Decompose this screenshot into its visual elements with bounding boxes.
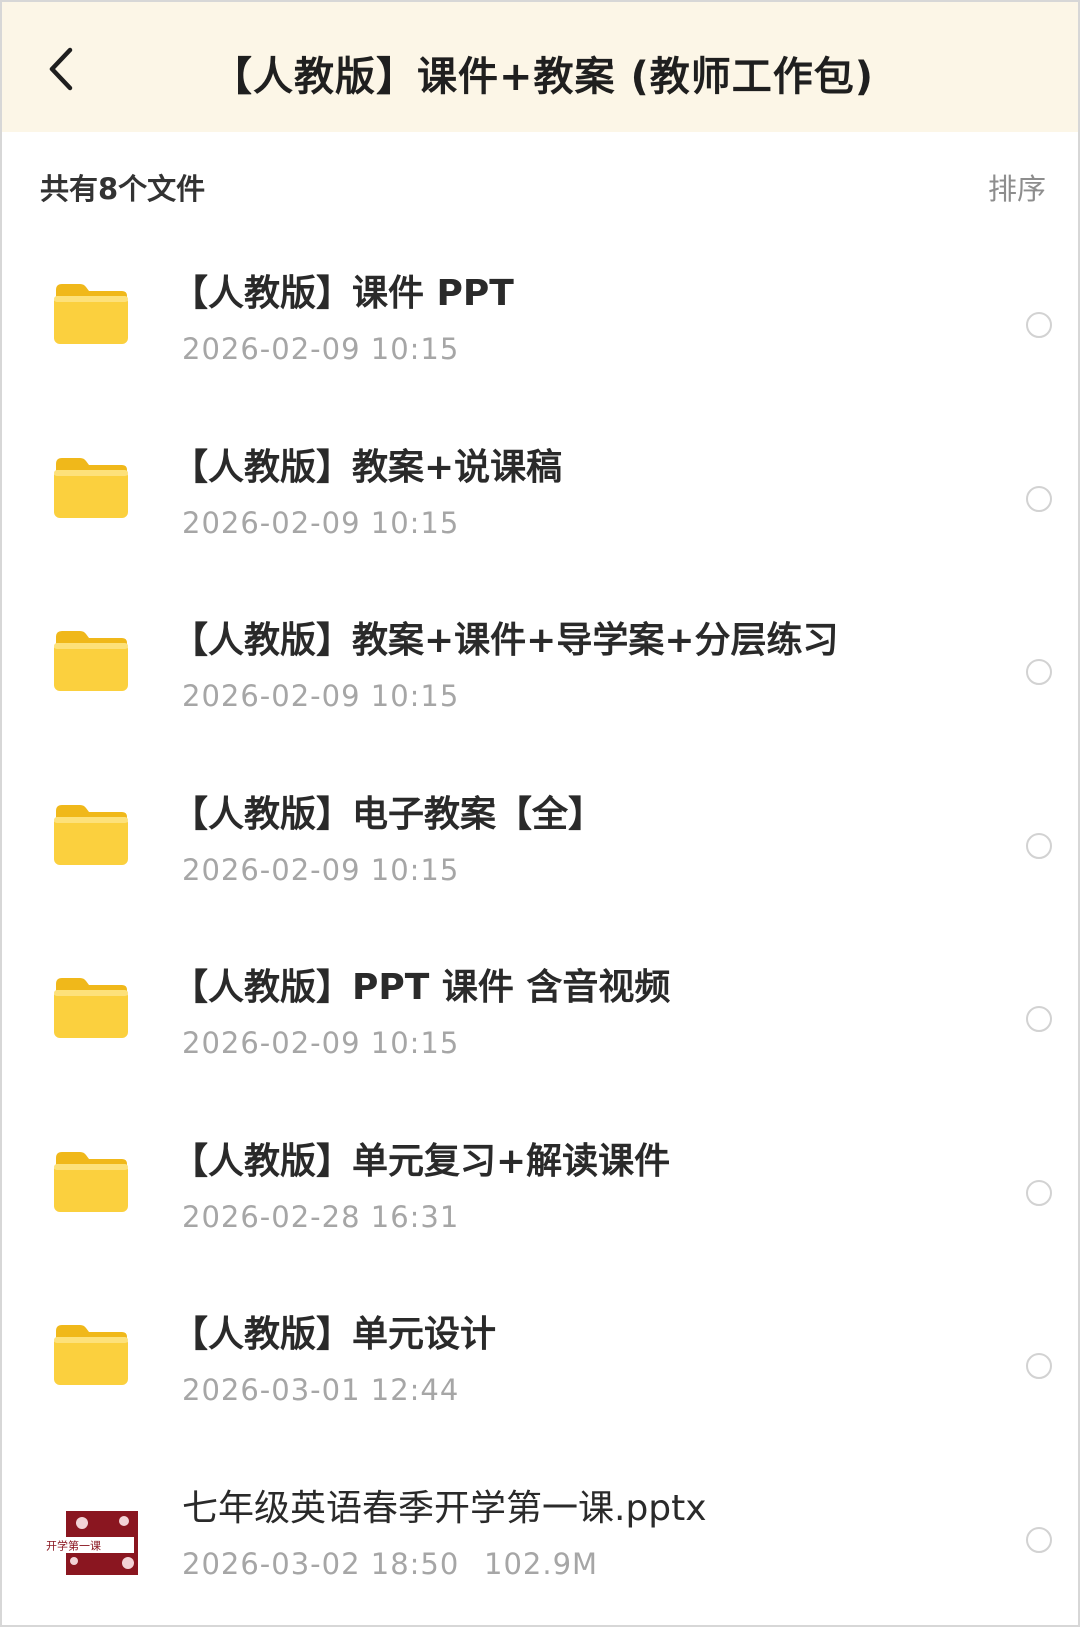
select-radio[interactable]: [1026, 312, 1052, 338]
item-size: 102.9M: [484, 1546, 599, 1581]
item-name: 七年级英语春季开学第一课.pptx: [182, 1487, 707, 1529]
top-header: 【人教版】课件+教案 (教师工作包): [2, 2, 1078, 132]
list-item[interactable]: 【人教版】教案+说课稿 2026-02-09 10:15: [2, 412, 1078, 586]
item-date: 2026-02-09 10:15: [182, 505, 460, 540]
list-item[interactable]: 【人教版】电子教案【全】 2026-02-09 10:15: [2, 759, 1078, 933]
folder-icon: [52, 623, 130, 695]
list-item[interactable]: 【人教版】单元复习+解读课件 2026-02-28 16:31: [2, 1106, 1078, 1280]
back-button[interactable]: [40, 44, 84, 94]
item-date: 2026-03-02 18:50: [182, 1546, 460, 1581]
item-date: 2026-02-09 10:15: [182, 679, 460, 713]
select-radio[interactable]: [1026, 1006, 1052, 1032]
list-item[interactable]: 【人教版】教案+课件+导学案+分层练习 2026-02-09 10:15: [2, 585, 1078, 759]
item-date: 2026-02-28 16:31: [182, 1199, 460, 1234]
folder-icon: [52, 276, 130, 348]
select-radio[interactable]: [1026, 659, 1052, 685]
folder-icon: [52, 1144, 130, 1216]
list-item[interactable]: 【人教版】PPT 课件 含音视频 2026-02-09 10:15: [2, 932, 1078, 1106]
select-radio[interactable]: [1026, 485, 1052, 512]
file-browser-page: 【人教版】课件+教案 (教师工作包) 共有8个文件 排序 【人教版】课件 PPT…: [0, 0, 1080, 1627]
folder-icon: [52, 450, 130, 522]
item-name: 【人教版】电子教案【全】: [172, 793, 605, 835]
sort-button[interactable]: 排序: [988, 166, 1046, 208]
chevron-left-icon: [49, 47, 73, 91]
item-date: 2026-02-09 10:15: [182, 332, 460, 366]
file-count-label: 共有8个文件: [40, 172, 206, 206]
file-list: 【人教版】课件 PPT 2026-02-09 10:15 【人教版】教案+说课稿…: [2, 238, 1078, 1626]
pptx-thumbnail: 开学第一课: [38, 1510, 142, 1575]
list-item[interactable]: 开学第一课 七年级英语春季开学第一课.pptx 2026-03-02 18:50…: [2, 1453, 1078, 1626]
list-item[interactable]: 【人教版】单元设计 2026-03-01 12:44: [2, 1279, 1078, 1453]
svg-text:开学第一课: 开学第一课: [46, 1538, 101, 1552]
select-radio[interactable]: [1026, 1353, 1052, 1379]
item-date: 2026-02-09 10:15: [182, 1026, 460, 1060]
item-name: 【人教版】单元复习+解读课件: [172, 1140, 671, 1182]
summary-bar: 共有8个文件 排序: [2, 132, 1078, 238]
item-name: 【人教版】教案+课件+导学案+分层练习: [172, 620, 839, 661]
select-radio[interactable]: [1026, 1179, 1052, 1206]
folder-icon: [52, 970, 130, 1042]
item-name: 【人教版】单元设计: [172, 1314, 497, 1355]
item-date: 2026-02-09 10:15: [182, 852, 460, 887]
item-name: 【人教版】教案+说课稿: [172, 446, 563, 488]
select-radio[interactable]: [1026, 1526, 1052, 1553]
folder-icon: [52, 797, 130, 869]
list-item[interactable]: 【人教版】课件 PPT 2026-02-09 10:15: [2, 238, 1078, 412]
folder-icon: [52, 1317, 130, 1389]
select-radio[interactable]: [1026, 832, 1052, 859]
page-title: 【人教版】课件+教案 (教师工作包): [212, 54, 875, 100]
item-name: 【人教版】PPT 课件 含音视频: [172, 967, 671, 1008]
item-date: 2026-03-01 12:44: [182, 1373, 460, 1407]
item-name: 【人教版】课件 PPT: [172, 273, 514, 314]
